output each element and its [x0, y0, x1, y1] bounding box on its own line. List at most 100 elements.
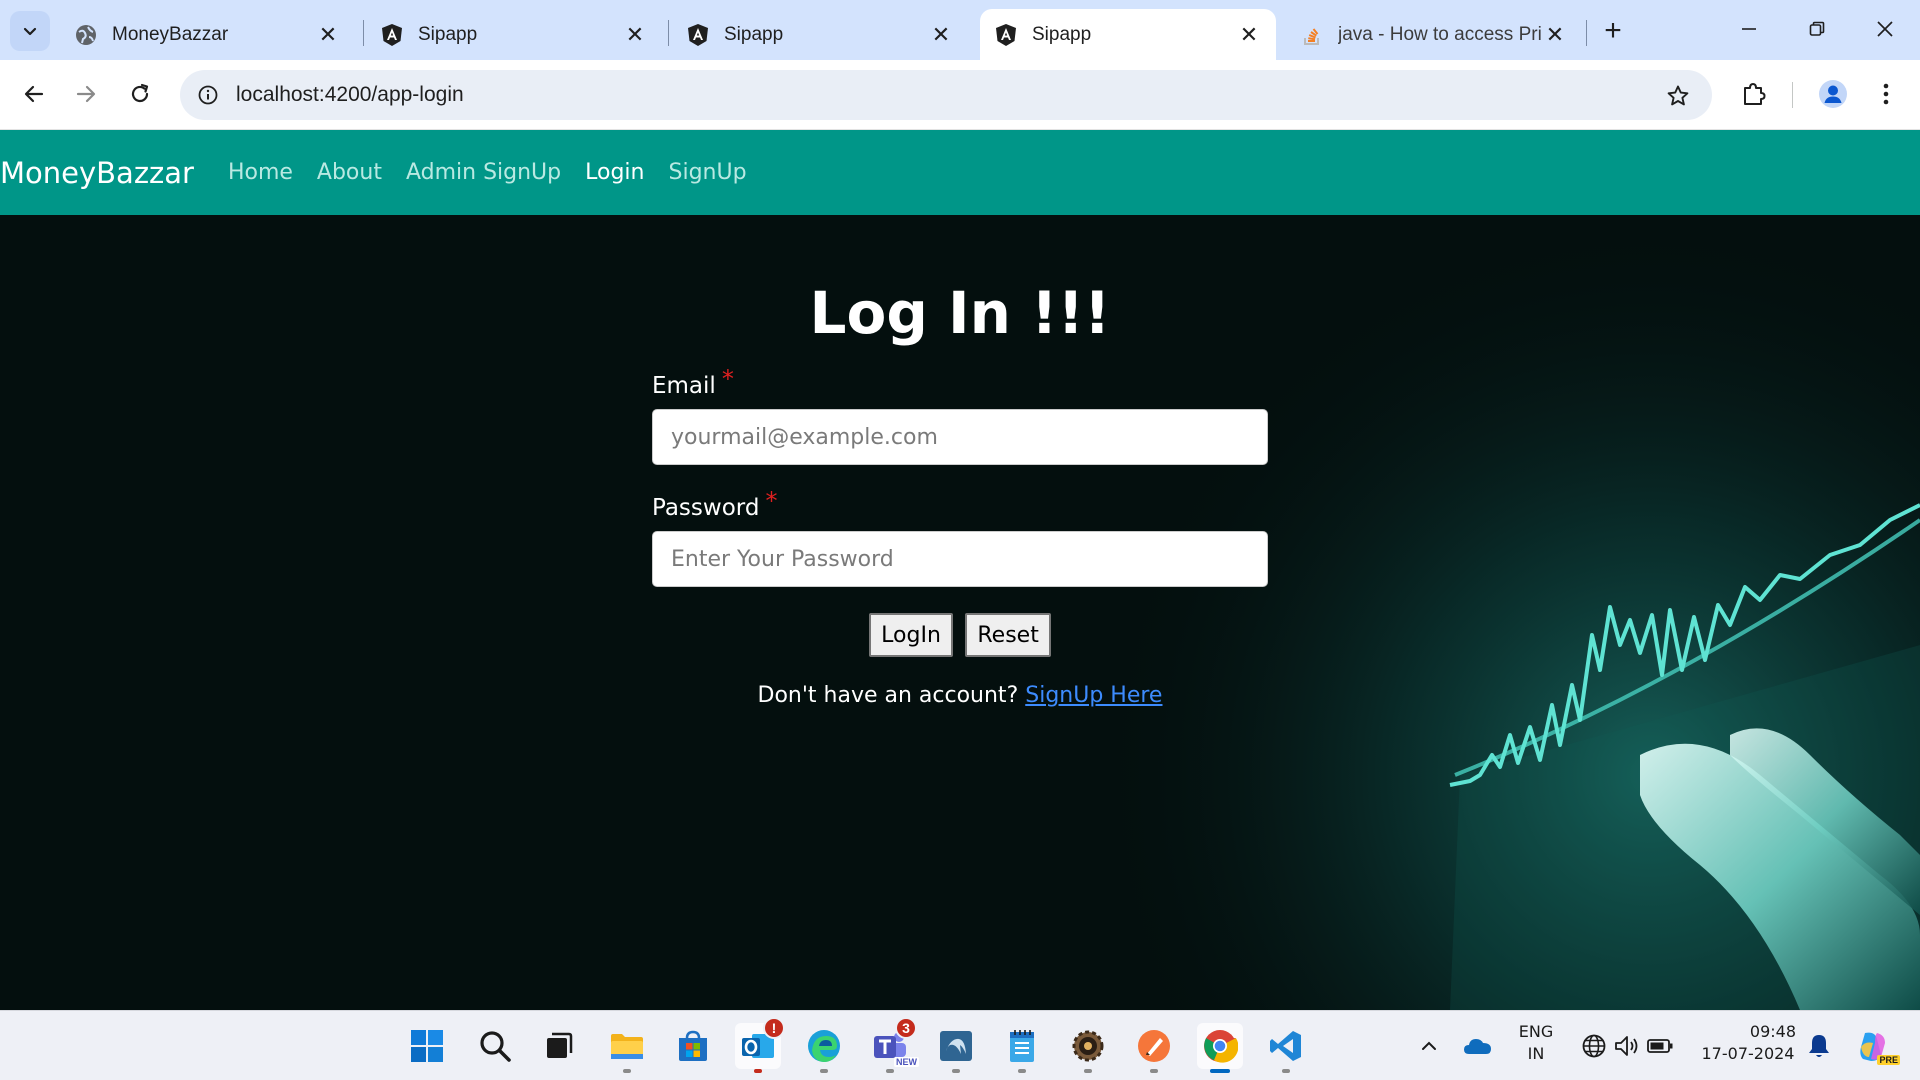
running-indicator	[1282, 1069, 1290, 1073]
running-indicator	[1018, 1069, 1026, 1073]
login-section: Log In !!! Email* Password* LogIn Reset …	[0, 215, 1920, 1010]
language-region: IN	[1527, 1044, 1545, 1063]
nav-link-signup[interactable]: SignUp	[669, 160, 747, 185]
tab-close-button[interactable]: ✕	[1542, 22, 1568, 48]
back-button[interactable]	[14, 74, 54, 114]
toolbar-divider	[1792, 82, 1793, 108]
extensions-button[interactable]	[1733, 74, 1773, 114]
search-icon[interactable]	[472, 1023, 518, 1069]
login-form: Email* Password* LogIn Reset Don't have …	[652, 365, 1268, 708]
site-navbar: MoneyBazzar Home About Admin SignUp Logi…	[0, 130, 1920, 215]
signup-link[interactable]: SignUp Here	[1025, 683, 1162, 708]
notifications-bell-icon[interactable]	[1796, 1023, 1842, 1069]
new-badge: NEW	[894, 1057, 919, 1067]
browser-tab-strip: MoneyBazzar ✕ Sipapp ✕ Sipapp ✕ Sipapp ✕…	[0, 0, 1920, 60]
minimize-button[interactable]	[1720, 6, 1778, 52]
site-brand[interactable]: MoneyBazzar	[0, 156, 194, 190]
microsoft-store-icon[interactable]	[670, 1023, 716, 1069]
bookmark-star-icon[interactable]	[1664, 82, 1692, 110]
nav-link-login[interactable]: Login	[585, 160, 644, 185]
browser-tab-sipapp-active[interactable]: Sipapp ✕	[980, 9, 1276, 60]
chrome-icon[interactable]	[1197, 1023, 1243, 1073]
tab-close-button[interactable]: ✕	[1236, 22, 1262, 48]
onedrive-icon[interactable]	[1455, 1023, 1501, 1069]
form-buttons: LogIn Reset	[652, 613, 1268, 657]
angular-icon	[686, 23, 710, 47]
settings-gear-icon[interactable]	[1065, 1023, 1111, 1073]
address-bar[interactable]: localhost:4200/app-login	[180, 70, 1712, 120]
file-explorer-icon[interactable]	[604, 1023, 650, 1073]
restore-icon	[1809, 21, 1825, 36]
tab-close-button[interactable]: ✕	[622, 22, 648, 48]
vscode-icon[interactable]	[1263, 1023, 1309, 1073]
stackoverflow-icon	[1300, 23, 1324, 47]
page-title: Log In !!!	[809, 279, 1111, 347]
outlook-icon[interactable]: !	[735, 1017, 785, 1073]
tab-title: Sipapp	[418, 23, 478, 45]
copilot-icon[interactable]: PRE	[1850, 1023, 1900, 1069]
windows-start-icon[interactable]	[404, 1023, 450, 1069]
avatar-icon	[1819, 80, 1847, 108]
forward-button[interactable]	[66, 74, 106, 114]
angular-icon	[994, 23, 1018, 47]
preview-badge: PRE	[1877, 1055, 1900, 1065]
globe-icon	[74, 23, 98, 47]
notification-badge: !	[763, 1017, 785, 1039]
show-hidden-icons-button[interactable]	[1406, 1023, 1452, 1069]
notepad-icon[interactable]	[999, 1023, 1045, 1073]
nav-link-admin-signup[interactable]: Admin SignUp	[406, 160, 561, 185]
email-label: Email *	[652, 365, 1268, 399]
more-vert-icon	[1883, 83, 1889, 105]
restore-button[interactable]	[1788, 6, 1846, 52]
new-tab-button[interactable]: +	[1596, 14, 1630, 48]
tab-title: Sipapp	[724, 23, 784, 45]
tab-close-button[interactable]: ✕	[928, 22, 954, 48]
arrow-left-icon	[24, 85, 44, 103]
clock-date: 17-07-2024	[1701, 1044, 1795, 1063]
edge-icon[interactable]	[801, 1023, 847, 1073]
running-indicator	[1084, 1069, 1092, 1073]
tab-separator	[363, 20, 364, 46]
nav-link-home[interactable]: Home	[228, 160, 293, 185]
browser-tab-sipapp[interactable]: Sipapp ✕	[366, 9, 662, 60]
chevron-up-icon	[1422, 1041, 1436, 1050]
login-button[interactable]: LogIn	[869, 613, 953, 657]
task-view-icon[interactable]	[536, 1023, 582, 1069]
email-field[interactable]	[652, 409, 1268, 465]
paint-icon[interactable]	[1131, 1023, 1177, 1073]
language-code: ENG	[1518, 1022, 1554, 1041]
profile-button[interactable]	[1813, 74, 1853, 114]
reload-icon	[131, 83, 149, 103]
clock[interactable]: 09:48 17-07-2024	[1690, 1021, 1806, 1065]
close-icon	[1877, 21, 1893, 37]
url-text[interactable]: localhost:4200/app-login	[236, 83, 464, 107]
tab-search-button[interactable]	[10, 11, 50, 51]
teams-icon[interactable]: 3 NEW	[867, 1017, 919, 1073]
password-field[interactable]	[652, 531, 1268, 587]
browser-tab-moneybazzar[interactable]: MoneyBazzar ✕	[60, 9, 355, 60]
minimize-icon	[1742, 28, 1756, 30]
reset-button[interactable]: Reset	[965, 613, 1051, 657]
mysql-workbench-icon[interactable]	[933, 1023, 979, 1073]
signup-prompt: Don't have an account? SignUp Here	[652, 683, 1268, 708]
reload-button[interactable]	[120, 74, 160, 114]
browser-tab-stackoverflow[interactable]: java - How to access Prin ✕	[1286, 9, 1582, 60]
input-language-indicator[interactable]: ENG IN	[1508, 1021, 1564, 1065]
windows-taskbar: ! 3 NEW ENG IN 09:48 17-07-2024 PRE	[0, 1010, 1920, 1080]
running-indicator	[952, 1069, 960, 1073]
browser-tab-sipapp[interactable]: Sipapp ✕	[672, 9, 968, 60]
signup-prompt-text: Don't have an account?	[757, 683, 1019, 708]
running-indicator	[754, 1069, 762, 1073]
running-indicator	[820, 1069, 828, 1073]
battery-icon[interactable]	[1637, 1023, 1683, 1069]
angular-icon	[380, 23, 404, 47]
required-asterisk: *	[765, 487, 778, 515]
site-info-icon[interactable]	[194, 81, 222, 109]
required-asterisk: *	[721, 365, 734, 393]
close-window-button[interactable]	[1856, 6, 1914, 52]
arrow-right-icon	[76, 85, 96, 103]
tab-close-button[interactable]: ✕	[315, 22, 341, 48]
password-label-text: Password	[652, 495, 760, 521]
browser-menu-button[interactable]	[1866, 74, 1906, 114]
nav-link-about[interactable]: About	[317, 160, 382, 185]
